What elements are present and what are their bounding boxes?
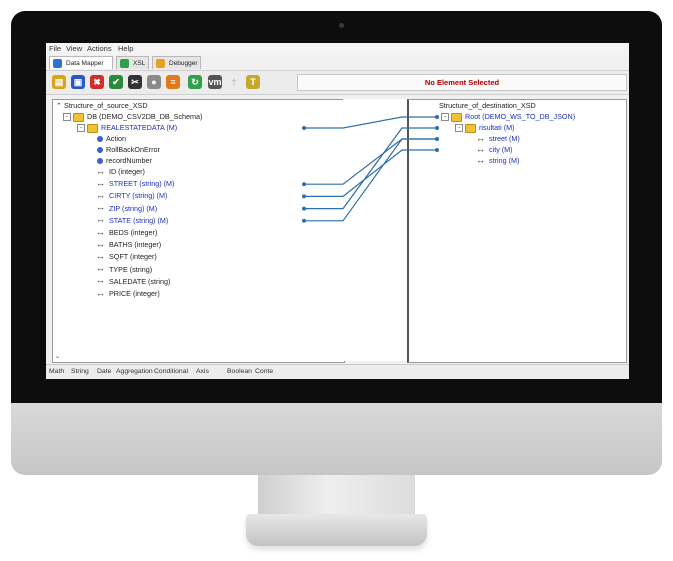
source-attribute-node[interactable]: recordNumber [97,156,152,166]
text-icon[interactable]: T [246,75,260,89]
collapse-arrow-icon[interactable]: ⌃ [56,101,62,110]
function-category-math[interactable]: Math [49,368,64,375]
vm-icon[interactable]: vm [208,75,222,89]
folder-icon [87,123,98,133]
attribute-icon [97,136,103,143]
database-icon[interactable]: ≡ [166,75,180,89]
element-icon [96,214,106,224]
delete-icon[interactable]: ✖ [90,75,104,89]
source-field-node[interactable]: ZIP (string) (M) [96,202,157,214]
collapse-icon[interactable]: - [455,124,463,133]
source-tree-panel[interactable]: ⌃ Structure_of_source_XSD - DB (DEMO_CSV2… [52,99,345,363]
source-field-node[interactable]: STATE (string) (M) [96,214,168,226]
source-field-node[interactable]: BATHS (integer) [96,239,161,250]
toolbar: ▤ ▣ ✖ ✔ ✂ ● ≡ ↻ vm † T No Element Selected [46,70,629,95]
element-icon [96,263,106,273]
tab-label: XSL [133,60,146,67]
source-attribute-node[interactable]: Action [97,134,126,144]
source-attribute-node[interactable]: RollBackOnError [97,145,160,155]
collapse-icon[interactable]: - [63,113,71,122]
source-db-node[interactable]: - DB (DEMO_CSV2DB_DB_Schema) [63,112,202,122]
function-category-boolean[interactable]: Boolean [227,368,252,375]
element-icon [476,144,486,154]
function-category-date[interactable]: Date [97,368,111,375]
monitor-stand-base [246,514,427,546]
element-icon [96,288,106,298]
destination-field-node[interactable]: street (M) [476,133,520,144]
selection-status: No Element Selected [297,74,627,91]
menu-file[interactable]: File [49,44,61,53]
destination-root-node[interactable]: - Root (DEMO_WS_TO_DB_JSON) [441,112,575,122]
tab-label: Debugger [169,60,198,67]
element-icon [476,133,486,143]
folder-icon [465,123,476,133]
element-icon [96,275,106,285]
data-mapper-icon [53,59,62,68]
element-icon [96,178,106,188]
tab-data-mapper[interactable]: Data Mapper [49,56,113,69]
open-icon[interactable]: ▤ [52,75,66,89]
attribute-icon [97,158,103,165]
source-field-node[interactable]: TYPE (string) [96,263,152,275]
function-category-conte[interactable]: Conte [255,368,273,375]
tab-debugger[interactable]: Debugger [152,56,201,69]
element-icon [476,155,486,165]
circle-icon[interactable]: ● [147,75,161,89]
source-field-node[interactable]: STREET (string) (M) [96,178,174,189]
tab-xsl[interactable]: XSL [116,56,149,69]
destination-group-node[interactable]: - risultati (M) [455,123,515,133]
function-category-bar: Math String Date Aggregation Conditional Axis… [46,364,629,379]
attribute-icon [97,147,103,154]
source-field-node[interactable]: SQFT (integer) [96,251,157,262]
source-field-node[interactable]: SALEDATE (string) [96,275,170,287]
function-category-string[interactable]: String [71,368,89,375]
source-record-node[interactable]: - REALESTATEDATA (M) [77,123,177,133]
folder-icon [73,112,84,122]
xsl-icon [120,59,129,68]
pin-icon[interactable]: † [227,75,241,89]
clear-icon[interactable]: ✂ [128,75,142,89]
menu-actions[interactable]: Actions [87,44,112,53]
element-icon [96,227,106,237]
app-window: File View Actions Help Data Mapper XSL D… [46,43,629,379]
validate-icon[interactable]: ✔ [109,75,123,89]
destination-field-node[interactable]: string (M) [476,155,519,166]
destination-field-node[interactable]: city (M) [476,144,513,155]
destination-root-label: Structure_of_destination_XSD [439,101,536,110]
menu-bar: File View Actions Help [46,43,629,55]
refresh-icon[interactable]: ↻ [188,75,202,89]
element-icon [96,202,106,212]
element-icon [96,166,106,176]
function-category-conditional[interactable]: Conditional [154,368,188,375]
source-field-node[interactable]: PRICE (integer) [96,288,160,299]
source-field-node[interactable]: ID (integer) [96,166,145,177]
menu-help[interactable]: Help [118,44,133,53]
element-icon [96,251,106,261]
element-icon [96,239,106,249]
monitor-chin [11,403,662,475]
destination-tree-panel[interactable]: Structure_of_destination_XSD - Root (DEMO… [407,99,627,363]
source-field-node[interactable]: CIRTY (string) (M) [96,190,167,201]
source-field-node[interactable]: BEDS (integer) [96,227,157,238]
menu-view[interactable]: View [66,44,82,53]
webcam [339,23,344,28]
function-category-axis[interactable]: Axis [196,368,209,375]
scroll-down-arrow-icon[interactable]: ⌄ [55,353,60,360]
collapse-icon[interactable]: - [441,113,449,122]
monitor-stand-neck [258,475,415,517]
debugger-icon [156,59,165,68]
collapse-icon[interactable]: - [77,124,85,133]
save-icon[interactable]: ▣ [71,75,85,89]
folder-icon [451,112,462,122]
tab-label: Data Mapper [66,60,104,67]
mapping-canvas[interactable] [343,99,407,361]
function-category-aggregation[interactable]: Aggregation [116,368,153,375]
source-root-node[interactable]: ⌃ Structure_of_source_XSD [56,101,148,111]
element-icon [96,190,106,200]
